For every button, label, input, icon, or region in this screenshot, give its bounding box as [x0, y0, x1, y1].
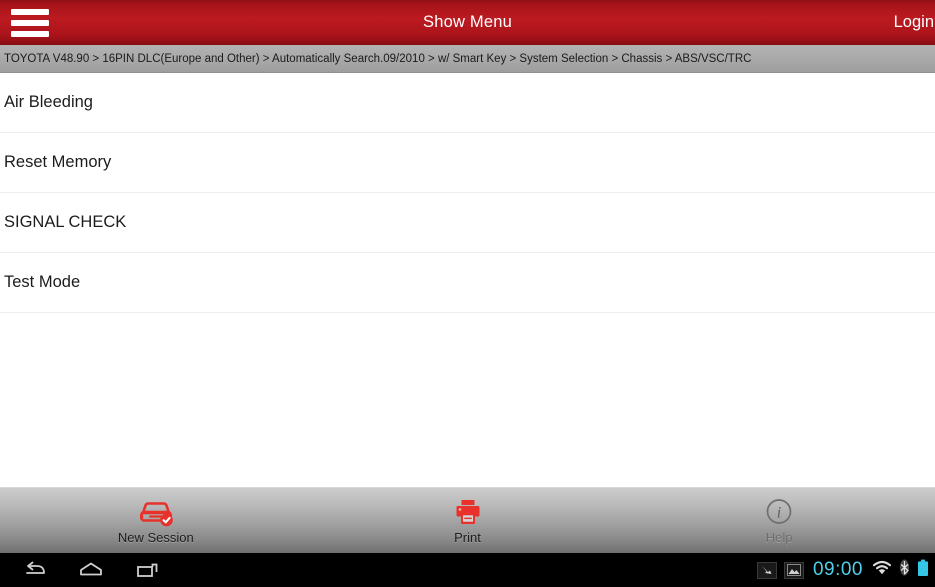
print-label: Print	[454, 530, 481, 545]
wifi-icon	[872, 560, 892, 581]
bottom-toolbar: New Session Print i Help	[0, 487, 935, 553]
help-button[interactable]: i Help	[623, 488, 935, 553]
list-item[interactable]: Test Mode	[0, 253, 935, 313]
home-icon[interactable]	[78, 560, 104, 580]
android-navbar: 09:00	[0, 553, 935, 587]
breadcrumb: TOYOTA V48.90 > 16PIN DLC(Europe and Oth…	[0, 45, 935, 73]
screenshot-icon[interactable]	[756, 561, 777, 579]
nav-keys	[0, 560, 160, 580]
menu-list: Air Bleeding Reset Memory SIGNAL CHECK T…	[0, 73, 935, 487]
list-item[interactable]: Reset Memory	[0, 133, 935, 193]
list-item-label: SIGNAL CHECK	[4, 213, 127, 231]
printer-icon	[453, 496, 483, 528]
gallery-image-icon[interactable]	[783, 561, 804, 579]
info-circle-icon: i	[764, 496, 794, 528]
list-item[interactable]: SIGNAL CHECK	[0, 193, 935, 253]
new-session-button[interactable]: New Session	[0, 488, 312, 553]
app-header: Show Menu Login	[0, 0, 935, 45]
list-item-label: Reset Memory	[4, 153, 112, 171]
svg-text:i: i	[777, 504, 781, 521]
status-clock: 09:00	[812, 559, 863, 580]
print-button[interactable]: Print	[312, 488, 624, 553]
battery-icon	[917, 559, 929, 582]
login-button[interactable]: Login	[894, 13, 934, 32]
page-title: Show Menu	[423, 13, 512, 31]
app-root: Show Menu Login TOYOTA V48.90 > 16PIN DL…	[0, 0, 935, 587]
status-icons: 09:00	[756, 553, 929, 587]
new-session-label: New Session	[117, 530, 194, 545]
help-label: Help	[765, 530, 793, 545]
car-check-icon	[136, 496, 176, 528]
list-item[interactable]: Air Bleeding	[0, 73, 935, 133]
recent-apps-icon[interactable]	[134, 560, 160, 580]
bluetooth-icon	[899, 559, 910, 581]
list-item-label: Test Mode	[4, 273, 81, 291]
list-item-label: Air Bleeding	[4, 93, 93, 111]
back-arrow-icon[interactable]	[22, 560, 48, 580]
